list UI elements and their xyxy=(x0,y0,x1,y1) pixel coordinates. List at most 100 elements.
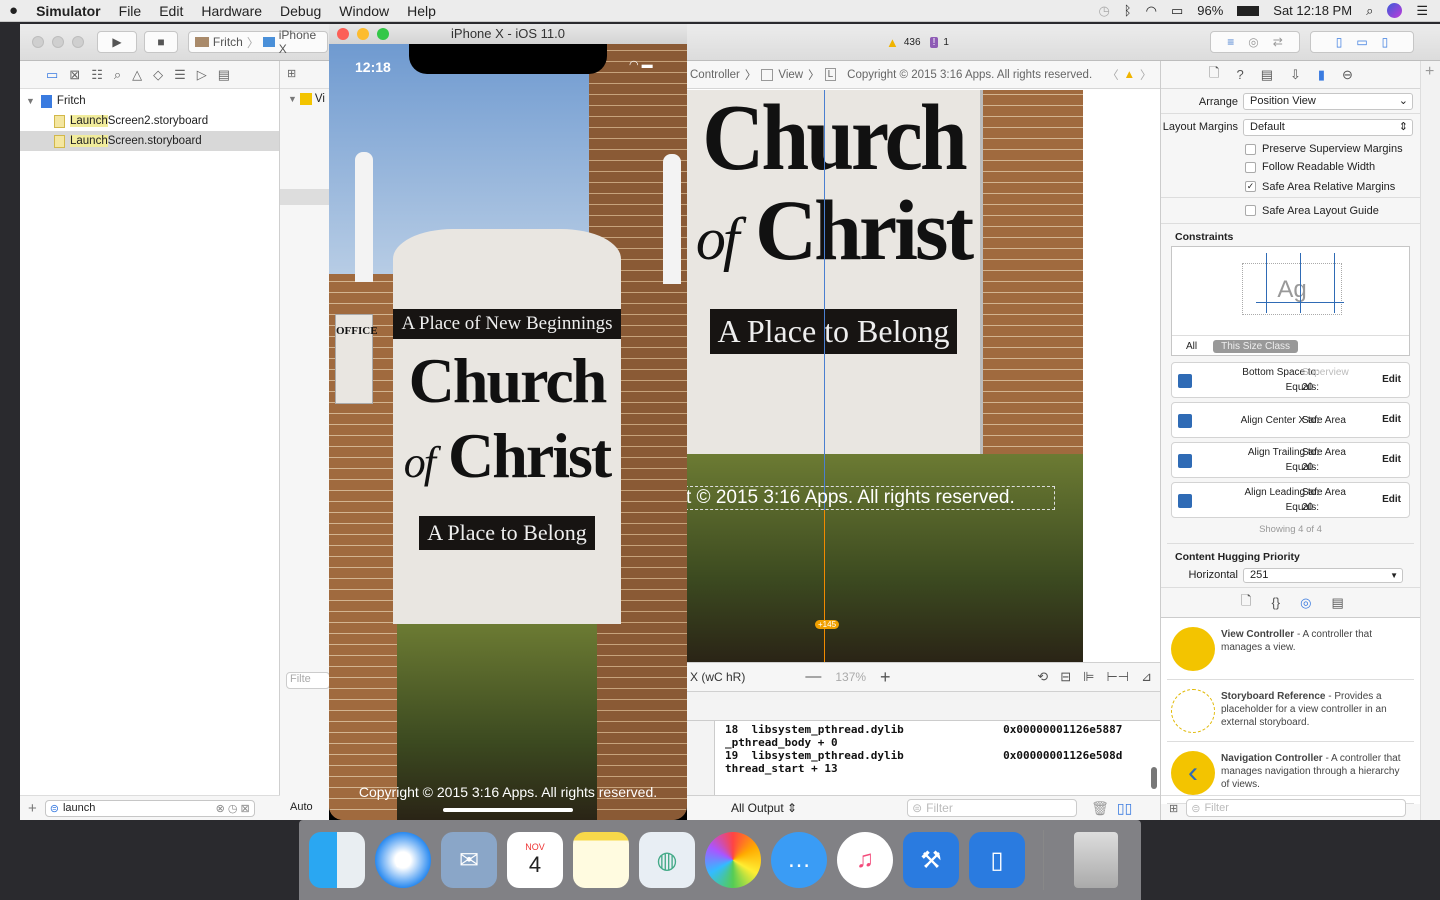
itunes-icon[interactable]: ♫ xyxy=(837,832,893,888)
home-indicator[interactable] xyxy=(443,808,573,812)
run-button[interactable]: ▶ xyxy=(97,31,137,53)
file-row-selected[interactable]: Launch Screen.storyboard xyxy=(20,131,279,151)
constraint-trailing[interactable]: Align Trailing to: Safe Area Equals: 20 Edit xyxy=(1171,442,1410,478)
trash-icon[interactable] xyxy=(1074,832,1118,888)
safari-icon[interactable]: ➚ xyxy=(375,832,431,888)
split-view-icon[interactable]: ▯▯ xyxy=(1117,800,1132,817)
navigator-filter-input[interactable]: ⊜ launch ⊗ ◷ ⊠ xyxy=(44,799,255,817)
arrange-select[interactable]: Position View ⌄ xyxy=(1243,93,1413,110)
simulator-icon[interactable]: ▯ xyxy=(969,832,1025,888)
editor-add-icon[interactable]: + xyxy=(1420,61,1440,820)
scheme-selector[interactable]: Fritch 〉 iPhone X xyxy=(188,28,328,56)
previous-issue-icon[interactable]: 〈 xyxy=(1107,67,1119,83)
pin-icon[interactable]: ⊢⊣ xyxy=(1106,669,1129,685)
spotlight-icon[interactable]: ⌕ xyxy=(1366,3,1373,19)
console-filter-input[interactable]: ⊜ Filter xyxy=(907,799,1078,817)
source-control-icon[interactable]: ⊠ xyxy=(69,67,80,83)
outline-toggle-icon[interactable]: ⊞ xyxy=(280,61,329,89)
launch-screen-image[interactable]: Church of Christ A Place to Belong t © 2… xyxy=(687,90,1083,662)
identity-inspector-icon[interactable]: ▤ xyxy=(1261,67,1273,83)
jump-item-controller[interactable]: Controller xyxy=(690,69,740,81)
constraint-leading[interactable]: Align Leading to: Safe Area Equals: 20 Edit xyxy=(1171,482,1410,518)
zoom-button[interactable] xyxy=(72,36,84,48)
jump-item-view[interactable]: View xyxy=(778,69,803,81)
panel-toggle-group[interactable]: ▯ ▭ ▯ xyxy=(1310,31,1414,53)
next-issue-icon[interactable]: 〉 xyxy=(1140,67,1152,83)
outline-filter[interactable]: Filte xyxy=(286,672,330,689)
file-row[interactable]: Launch Screen2.storyboard xyxy=(20,111,279,131)
bluetooth-icon[interactable]: ᛒ xyxy=(1124,3,1132,18)
close-button[interactable] xyxy=(32,36,44,48)
object-library-icon[interactable]: ◎ xyxy=(1300,595,1311,611)
siri-icon[interactable] xyxy=(1387,3,1403,18)
jump-item-label-icon[interactable]: L xyxy=(824,68,837,81)
close-button[interactable] xyxy=(337,28,349,40)
test-navigator-icon[interactable]: ◇ xyxy=(153,67,163,83)
align-icon[interactable]: ⊫ xyxy=(1083,669,1094,685)
zoom-level[interactable]: 137% xyxy=(835,670,866,684)
assistant-editor-icon[interactable]: ◎ xyxy=(1248,35,1258,49)
minimize-button[interactable] xyxy=(52,36,64,48)
standard-editor-icon[interactable]: ≡ xyxy=(1227,35,1234,49)
notification-center-icon[interactable]: ☰ xyxy=(1416,3,1428,19)
warning-icon[interactable]: ▲ xyxy=(1124,69,1135,81)
issue-navigator-icon[interactable]: △ xyxy=(132,67,142,83)
size-inspector-icon[interactable]: ▮ xyxy=(1318,67,1325,83)
symbol-navigator-icon[interactable]: ☷ xyxy=(91,67,103,83)
checkbox[interactable] xyxy=(1245,161,1256,173)
checkbox-checked[interactable]: ✓ xyxy=(1245,181,1256,192)
stop-button[interactable]: ■ xyxy=(144,31,178,53)
edit-button[interactable]: Edit xyxy=(1382,454,1401,465)
editor-mode-group[interactable]: ≡ ◎ ⇄ xyxy=(1210,31,1300,53)
jump-item-label[interactable]: Copyright © 2015 3:16 Apps. All rights r… xyxy=(847,69,1092,81)
messages-icon[interactable]: … xyxy=(771,832,827,888)
library-filter-input[interactable]: ⊜ Filter xyxy=(1186,799,1407,817)
size-class-label[interactable]: X (wC hR) xyxy=(690,670,745,684)
menu-hardware[interactable]: Hardware xyxy=(192,3,271,19)
attributes-inspector-icon[interactable]: ⇩ xyxy=(1290,67,1301,83)
connections-inspector-icon[interactable]: ⊖ xyxy=(1342,67,1353,83)
calendar-icon[interactable]: NOV 4 xyxy=(507,832,563,888)
issue-indicators[interactable]: ▲ 436 ! 1 xyxy=(886,35,949,50)
menu-simulator[interactable]: Simulator xyxy=(27,3,110,19)
grid-view-icon[interactable]: ⊞ xyxy=(1169,802,1178,815)
xcode-icon[interactable]: ⚒ xyxy=(903,832,959,888)
inspector-toggle-icon[interactable]: ▯ xyxy=(1382,35,1389,49)
embed-in-icon[interactable]: ⊟ xyxy=(1060,669,1071,685)
copyright-label-selected[interactable]: t © 2015 3:16 Apps. All rights reserved. xyxy=(687,486,1055,510)
edit-button[interactable]: Edit xyxy=(1382,374,1401,385)
resolve-issues-icon[interactable]: ⊿ xyxy=(1141,669,1152,685)
follow-readable-width-checkbox[interactable]: Follow Readable Width xyxy=(1161,158,1420,176)
zoom-button[interactable] xyxy=(377,28,389,40)
constraint-bottom-space[interactable]: Bottom Space to: Superview Equals: 20 Edit xyxy=(1171,362,1410,398)
wifi-icon[interactable]: ◠ xyxy=(1146,3,1157,19)
airplay-icon[interactable]: ▭ xyxy=(1171,3,1183,19)
debug-navigator-icon[interactable]: ☰ xyxy=(174,67,186,83)
clear-icon[interactable]: ⊗ ◷ ⊠ xyxy=(216,802,250,815)
version-editor-icon[interactable]: ⇄ xyxy=(1273,35,1283,49)
library-item-storyboard-reference[interactable]: Storyboard Reference - Provides a placeh… xyxy=(1167,680,1414,742)
output-selector[interactable]: All Output ⇕ xyxy=(731,801,797,815)
add-icon[interactable]: + xyxy=(28,800,37,817)
menu-edit[interactable]: Edit xyxy=(150,3,192,19)
edit-button[interactable]: Edit xyxy=(1382,494,1401,505)
console-scrollbar[interactable] xyxy=(1151,767,1157,789)
clock[interactable]: Sat 12:18 PM xyxy=(1273,3,1352,18)
zoom-out-icon[interactable]: — xyxy=(805,668,821,686)
photos-icon[interactable] xyxy=(705,832,761,888)
outline-row[interactable]: ▼ Vi xyxy=(280,89,329,109)
battery-percent[interactable]: 96% xyxy=(1197,3,1223,18)
maps-icon[interactable]: ◍ xyxy=(639,832,695,888)
file-template-icon[interactable]: 🗋 xyxy=(1241,592,1251,614)
tab-all[interactable]: All xyxy=(1186,341,1197,352)
project-navigator-icon[interactable]: ▭ xyxy=(46,67,58,83)
quick-help-icon[interactable]: ? xyxy=(1236,67,1243,82)
debug-toggle-icon[interactable]: ▭ xyxy=(1356,35,1367,49)
tab-this-size-class[interactable]: This Size Class xyxy=(1213,339,1299,353)
time-machine-icon[interactable]: ◷ xyxy=(1098,3,1109,19)
horizontal-priority-field[interactable]: 251 ▼ xyxy=(1243,567,1403,583)
minimize-button[interactable] xyxy=(357,28,369,40)
layout-margins-select[interactable]: Default ⇕ xyxy=(1243,118,1413,136)
safe-area-layout-guide-checkbox[interactable]: Safe Area Layout Guide xyxy=(1161,198,1420,224)
library-item-view-controller[interactable]: View Controller - A controller that mana… xyxy=(1167,618,1414,680)
